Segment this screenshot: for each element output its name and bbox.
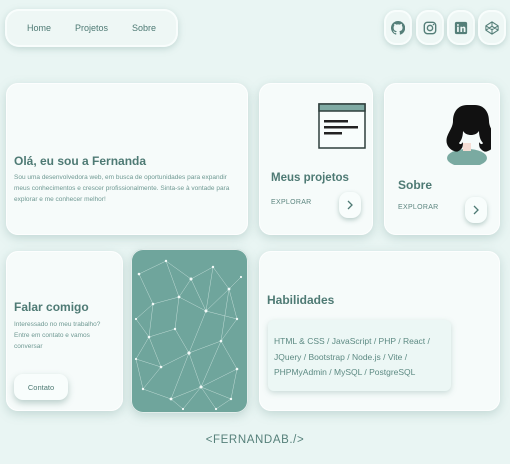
codepen-icon [485,20,499,35]
about-arrow-button[interactable] [465,197,487,223]
avatar-illustration [446,105,491,165]
github-link[interactable] [384,10,412,45]
projects-card[interactable]: Meus projetos EXPLORAR [259,83,373,235]
browser-window-icon [318,103,366,149]
linkedin-icon [454,21,468,34]
nav-home-link[interactable]: Home [27,23,51,33]
contact-title: Falar comigo [14,300,89,314]
projects-arrow-button[interactable] [339,192,361,218]
intro-title: Olá, eu sou a Fernanda [14,154,147,168]
linkedin-link[interactable] [447,10,475,45]
main-nav: Home Projetos Sobre [5,9,178,47]
chevron-right-icon [347,200,353,210]
intro-text: Sou uma desenvolvedora web, em busca de … [14,174,230,203]
network-graph-illustration [134,259,243,411]
nav-projects-link[interactable]: Projetos [75,23,108,33]
projects-explore-label: EXPLORAR [271,199,312,206]
skills-list: HTML & CSS / JavaScript / PHP / React / … [268,320,451,391]
intro-card: Olá, eu sou a Fernanda Sou uma desenvolv… [6,83,248,235]
footer-logo: <FERNANDAB./> [205,434,305,446]
instagram-link[interactable] [416,10,444,45]
about-title: Sobre [398,178,433,192]
contact-button[interactable]: Contato [14,374,68,400]
skills-title: Habilidades [267,293,335,307]
chevron-right-icon [473,205,479,215]
about-explore-label: EXPLORAR [398,204,439,211]
codepen-link[interactable] [478,10,506,45]
network-image-card [131,249,248,413]
github-icon [391,20,405,35]
projects-title: Meus projetos [271,172,349,184]
nav-about-link[interactable]: Sobre [132,23,156,33]
contact-text: Interessado no meu trabalho? Entre em co… [14,321,101,350]
about-card[interactable]: Sobre EXPLORAR [384,83,500,235]
instagram-icon [423,21,437,34]
